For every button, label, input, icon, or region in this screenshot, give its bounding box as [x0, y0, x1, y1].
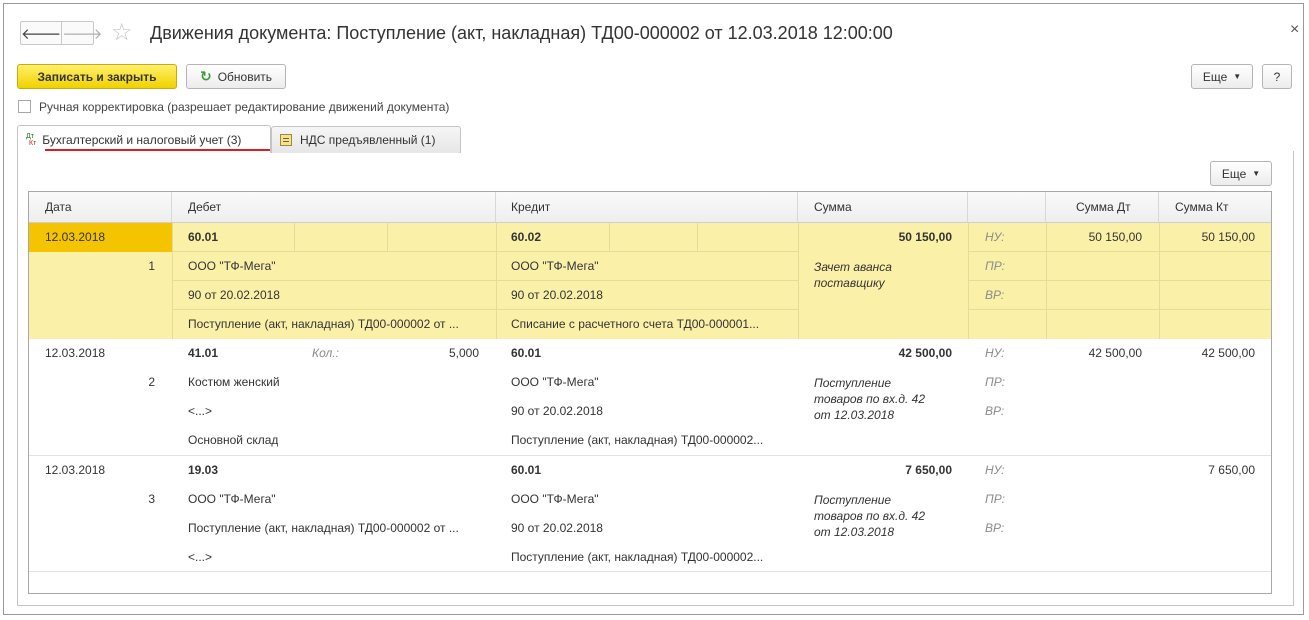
cell-tax-nu: НУ: — [985, 230, 1005, 244]
cell-sum: 42 500,00 — [898, 346, 952, 360]
arrow-left-icon: 🡐 — [21, 25, 62, 43]
cell-credit-subconto-1: ООО "ТФ-Мега" — [511, 492, 599, 506]
cell-credit-subconto-3: Поступление (акт, накладная) ТД00-000002… — [511, 433, 764, 447]
cell-credit-subconto-2: 90 от 20.02.2018 — [511, 288, 603, 302]
cell-tax-vr: ВР: — [985, 404, 1005, 418]
cell-tax-pr: ПР: — [985, 259, 1005, 273]
column-header-sum-dt[interactable]: Сумма Дт — [1046, 192, 1159, 222]
forward-button[interactable]: 🡒 — [61, 22, 102, 44]
cell-debit-subconto-3: <...> — [188, 550, 213, 564]
cell-credit-subconto-2: 90 от 20.02.2018 — [511, 404, 603, 418]
movements-table[interactable]: Дата Дебет Кредит Сумма Сумма Дт Сумма К… — [28, 191, 1272, 594]
cell-row-number: 1 — [148, 259, 155, 273]
table-more-button[interactable]: Еще ▼ — [1210, 161, 1272, 186]
column-header-credit[interactable]: Кредит — [496, 192, 798, 222]
cell-debit-account: 60.01 — [188, 230, 219, 244]
tab-accounting-label: Бухгалтерский и налоговый учет (3) — [42, 132, 242, 147]
column-header-sum[interactable]: Сумма — [798, 192, 968, 222]
save-and-close-button[interactable]: Записать и закрыть — [17, 64, 177, 89]
table-row[interactable]: 12.03.2018 3 19.03 ООО "ТФ-Мега" Поступл… — [29, 456, 1271, 572]
column-header-date[interactable]: Дата — [29, 192, 172, 222]
cell-credit-account: 60.02 — [511, 230, 542, 244]
refresh-button-label: Обновить — [217, 69, 273, 84]
cell-credit-subconto-3: Поступление (акт, накладная) ТД00-000002… — [511, 550, 764, 564]
cell-credit-subconto-1: ООО "ТФ-Мега" — [511, 375, 599, 389]
cell-row-number: 2 — [148, 375, 155, 389]
navigation-buttons: 🡐 🡒 — [20, 21, 102, 45]
cell-credit-subconto-3: Списание с расчетного счета ТД00-000001.… — [511, 317, 760, 331]
vat-register-icon — [280, 134, 292, 146]
refresh-button[interactable]: ↻ Обновить — [186, 64, 286, 89]
cell-tax-vr: ВР: — [985, 288, 1005, 302]
column-header-sum-kt[interactable]: Сумма Кт — [1159, 192, 1271, 222]
more-actions-label: Еще — [1202, 69, 1228, 84]
cell-debit-qty: 5,000 — [448, 346, 479, 360]
cell-row-number: 3 — [148, 492, 155, 506]
cell-debit-account: 41.01 — [188, 346, 219, 360]
more-actions-button[interactable]: Еще ▼ — [1191, 64, 1253, 89]
cell-debit-subconto-1: ООО "ТФ-Мега" — [188, 492, 276, 506]
dropdown-arrow-icon: ▼ — [1233, 72, 1242, 81]
active-tab-underline — [45, 149, 270, 151]
cell-content: Поступление товаров по вх.д. 42 от 12.03… — [814, 376, 926, 422]
cell-sum-dt: 42 500,00 — [1088, 346, 1142, 360]
cell-tax-vr: ВР: — [985, 521, 1005, 535]
cell-tax-nu: НУ: — [985, 463, 1005, 477]
window-title: Движения документа: Поступление (акт, на… — [150, 23, 893, 43]
help-button[interactable]: ? — [1262, 64, 1292, 89]
dt-kt-icon: Дт Кт — [26, 132, 37, 147]
cell-credit-account: 60.01 — [511, 346, 542, 360]
cell-tax-pr: ПР: — [985, 375, 1005, 389]
document-movements-window: 🡐 🡒 ☆ Движения документа: Поступление (а… — [3, 3, 1304, 615]
cell-content: Зачет аванса поставщику — [814, 260, 892, 290]
column-header-tax-type — [968, 192, 1046, 222]
cell-debit-subconto-3: Поступление (акт, накладная) ТД00-000002… — [188, 317, 459, 331]
refresh-icon: ↻ — [199, 68, 212, 84]
cell-debit-subconto-2: 90 от 20.02.2018 — [188, 288, 280, 302]
cell-debit-subconto-1: Костюм женский — [188, 375, 280, 389]
manual-correction-checkbox[interactable] — [18, 100, 31, 113]
cell-sum-kt: 42 500,00 — [1201, 346, 1255, 360]
cell-debit-subconto-2: <...> — [188, 404, 213, 418]
cell-credit-subconto-2: 90 от 20.02.2018 — [511, 521, 603, 535]
table-header: Дата Дебет Кредит Сумма Сумма Дт Сумма К… — [29, 192, 1271, 223]
table-more-label: Еще — [1221, 166, 1247, 181]
manual-correction-label[interactable]: Ручная корректировка (разрешает редактир… — [39, 100, 449, 114]
tab-vat-label: НДС предъявленный (1) — [300, 133, 436, 147]
cell-debit-subconto-2: Поступление (акт, накладная) ТД00-000002… — [188, 521, 459, 535]
table-row[interactable]: 12.03.2018 2 41.01 Кол.: 5,000 Костюм же… — [29, 339, 1271, 455]
column-header-debit[interactable]: Дебет — [172, 192, 496, 222]
cell-debit-subconto-1: ООО "ТФ-Мега" — [188, 259, 276, 273]
cell-credit-subconto-1: ООО "ТФ-Мега" — [511, 259, 599, 273]
dropdown-arrow-icon: ▼ — [1252, 169, 1261, 178]
cell-credit-account: 60.01 — [511, 463, 542, 477]
back-button[interactable]: 🡐 — [21, 22, 61, 44]
cell-date: 12.03.2018 — [45, 346, 106, 360]
arrow-right-icon: 🡒 — [62, 25, 103, 43]
cell-sum: 50 150,00 — [898, 230, 952, 244]
cell-date: 12.03.2018 — [45, 230, 106, 244]
table-row[interactable]: 12.03.2018 1 60.01 ООО "ТФ-Мега" 90 от 2… — [29, 223, 1271, 339]
tab-vat[interactable]: НДС предъявленный (1) — [271, 126, 461, 153]
cell-debit-account: 19.03 — [188, 463, 219, 477]
cell-sum-kt: 7 650,00 — [1208, 463, 1255, 477]
cell-debit-subconto-3: Основной склад — [188, 433, 279, 447]
cell-sum-dt: 50 150,00 — [1088, 230, 1142, 244]
cell-tax-nu: НУ: — [985, 346, 1005, 360]
cell-date: 12.03.2018 — [45, 463, 106, 477]
close-icon[interactable]: × — [1290, 21, 1299, 39]
cell-tax-pr: ПР: — [985, 492, 1005, 506]
cell-debit-qty-label: Кол.: — [312, 346, 339, 360]
cell-sum-kt: 50 150,00 — [1201, 230, 1255, 244]
favorite-star-icon[interactable]: ☆ — [111, 20, 133, 46]
row-divider — [29, 571, 1271, 572]
cell-sum-dt — [1049, 456, 1142, 485]
cell-sum: 7 650,00 — [905, 463, 952, 477]
cell-content: Поступление товаров по вх.д. 42 от 12.03… — [814, 493, 926, 539]
